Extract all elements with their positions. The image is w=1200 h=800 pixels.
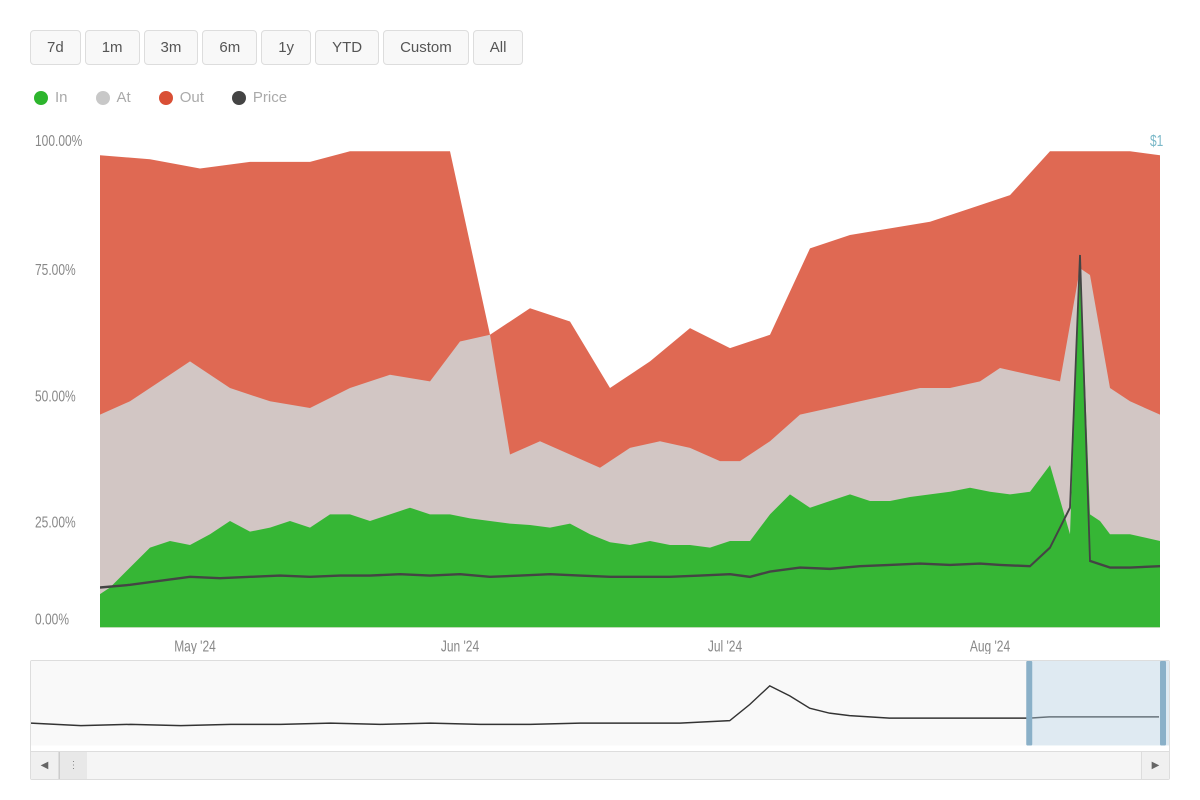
- legend: In At Out Price: [34, 89, 1170, 106]
- mini-selection-overlay: [1029, 661, 1169, 745]
- legend-item-in: In: [34, 89, 68, 106]
- legend-label-at: At: [117, 89, 131, 106]
- navigator-controls: ◀ ⋮ ▶: [31, 751, 1169, 779]
- legend-label-out: Out: [180, 89, 204, 106]
- time-btn-3m[interactable]: 3m: [144, 30, 199, 65]
- legend-label-in: In: [55, 89, 68, 106]
- x-label-jul: Jul '24: [708, 637, 742, 654]
- time-btn-7d[interactable]: 7d: [30, 30, 81, 65]
- nav-drag-button[interactable]: ⋮: [59, 752, 87, 780]
- chart-area: 100.00% 75.00% 50.00% 25.00% 0.00% $1 $0: [30, 122, 1170, 654]
- mini-handle-right[interactable]: [1160, 661, 1166, 745]
- legend-dot-price: [232, 91, 246, 105]
- legend-item-at: At: [96, 89, 131, 106]
- time-btn-6m[interactable]: 6m: [202, 30, 257, 65]
- legend-item-out: Out: [159, 89, 204, 106]
- time-btn-all[interactable]: All: [473, 30, 524, 65]
- nav-right-button[interactable]: ▶: [1141, 752, 1169, 780]
- y-label-0: 0.00%: [35, 610, 69, 628]
- mini-chart-wrapper: 2015 2020 ◀ ⋮ ▶: [30, 660, 1170, 780]
- y-label-75: 75.00%: [35, 260, 76, 278]
- main-container: 7d1m3m6m1yYTDCustomAll In At Out Price 100.…: [0, 0, 1200, 800]
- x-label-may: May '24: [174, 637, 216, 654]
- time-btn-1m[interactable]: 1m: [85, 30, 140, 65]
- x-label-jun: Jun '24: [441, 637, 479, 654]
- legend-label-price: Price: [253, 89, 287, 106]
- x-label-aug: Aug '24: [970, 637, 1010, 654]
- legend-dot-in: [34, 91, 48, 105]
- nav-left-button[interactable]: ◀: [31, 752, 59, 780]
- main-chart-wrapper: 100.00% 75.00% 50.00% 25.00% 0.00% $1 $0: [30, 122, 1170, 780]
- time-btn-ytd[interactable]: YTD: [315, 30, 379, 65]
- legend-dot-out: [159, 91, 173, 105]
- time-range-bar: 7d1m3m6m1yYTDCustomAll: [30, 30, 1170, 65]
- time-btn-1y[interactable]: 1y: [261, 30, 311, 65]
- mini-handle-left[interactable]: [1026, 661, 1032, 745]
- y-label-25: 25.00%: [35, 513, 76, 531]
- time-btn-custom[interactable]: Custom: [383, 30, 469, 65]
- legend-item-price: Price: [232, 89, 287, 106]
- price-label-top: $1: [1150, 131, 1163, 149]
- legend-dot-at: [96, 91, 110, 105]
- y-label-50: 50.00%: [35, 387, 76, 405]
- y-label-100: 100.00%: [35, 131, 83, 149]
- main-chart-svg: 100.00% 75.00% 50.00% 25.00% 0.00% $1 $0: [30, 122, 1170, 654]
